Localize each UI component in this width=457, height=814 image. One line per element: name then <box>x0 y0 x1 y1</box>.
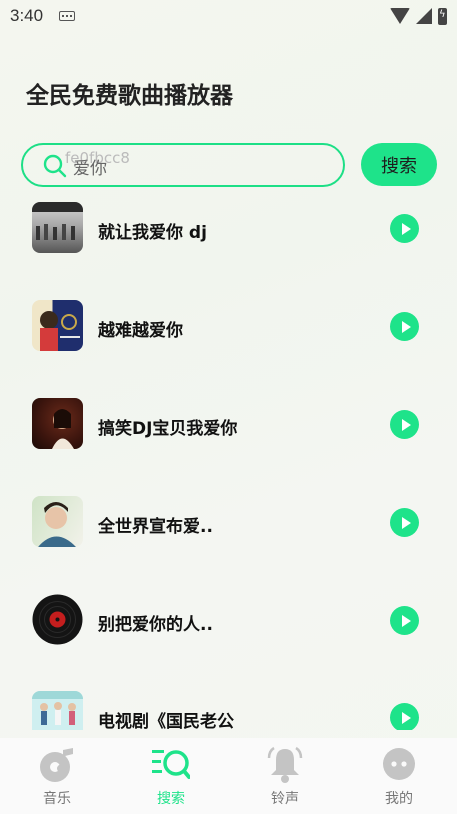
play-button[interactable] <box>390 606 419 635</box>
bell-icon <box>267 746 303 783</box>
bottom-tab-bar: 音乐 搜索 铃声 我的 <box>0 738 457 814</box>
song-cover <box>32 691 83 730</box>
tab-profile[interactable]: 我的 <box>342 738 456 814</box>
wifi-icon <box>390 8 410 24</box>
song-title: 别把爱你的人.. <box>98 615 213 635</box>
tab-search[interactable]: 搜索 <box>114 738 228 814</box>
tab-label: 我的 <box>385 791 413 807</box>
play-icon <box>401 516 411 529</box>
song-title: 就让我爱你 dj <box>98 223 207 243</box>
play-icon <box>401 418 411 431</box>
tab-label: 音乐 <box>43 791 71 807</box>
song-title: 电视剧《国民老公 <box>98 712 234 730</box>
battery-icon <box>438 7 447 25</box>
music-disc-icon <box>40 748 73 782</box>
play-button[interactable] <box>390 703 419 730</box>
tab-ringtone[interactable]: 铃声 <box>228 738 342 814</box>
song-title: 搞笑DJ宝贝我爱你 <box>98 419 238 439</box>
status-bar: 3:40 <box>0 0 457 32</box>
song-row[interactable]: 越难越爱你 <box>0 300 457 360</box>
song-row[interactable]: 全世界宣布爱.. <box>0 496 457 556</box>
song-cover <box>32 202 83 253</box>
status-icons <box>390 7 447 25</box>
song-row[interactable]: 搞笑DJ宝贝我爱你 <box>0 398 457 458</box>
keyboard-icon <box>59 11 76 21</box>
song-title: 全世界宣布爱.. <box>98 517 213 537</box>
search-input[interactable] <box>73 153 333 179</box>
song-cover <box>32 594 83 645</box>
song-title: 越难越爱你 <box>98 321 183 341</box>
signal-icon <box>416 8 432 24</box>
play-icon <box>401 320 411 333</box>
song-list[interactable]: 就让我爱你 dj 越难越爱你 搞笑DJ宝贝我爱你 全世界宣布爱.. 别把爱你的人… <box>0 200 457 730</box>
tab-label: 铃声 <box>271 791 299 807</box>
play-icon <box>401 711 411 724</box>
song-row[interactable]: 别把爱你的人.. <box>0 594 457 654</box>
play-button[interactable] <box>390 410 419 439</box>
song-cover <box>32 300 83 351</box>
search-list-icon <box>152 750 190 779</box>
song-row[interactable]: 就让我爱你 dj <box>0 202 457 262</box>
song-cover <box>32 398 83 449</box>
page-title: 全民免费歌曲播放器 <box>26 83 233 109</box>
status-time: 3:40 <box>10 6 44 25</box>
search-icon <box>43 154 67 178</box>
search-box[interactable]: fe0fbcc8 <box>21 143 345 187</box>
song-row[interactable]: 电视剧《国民老公 <box>0 691 457 730</box>
play-button[interactable] <box>390 214 419 243</box>
play-button[interactable] <box>390 508 419 537</box>
song-cover <box>32 496 83 547</box>
play-icon <box>401 222 411 235</box>
play-icon <box>401 614 411 627</box>
tab-label: 搜索 <box>157 791 185 807</box>
search-button[interactable]: 搜索 <box>361 143 437 186</box>
profile-dots-icon <box>383 748 415 780</box>
tab-music[interactable]: 音乐 <box>0 738 114 814</box>
play-button[interactable] <box>390 312 419 341</box>
